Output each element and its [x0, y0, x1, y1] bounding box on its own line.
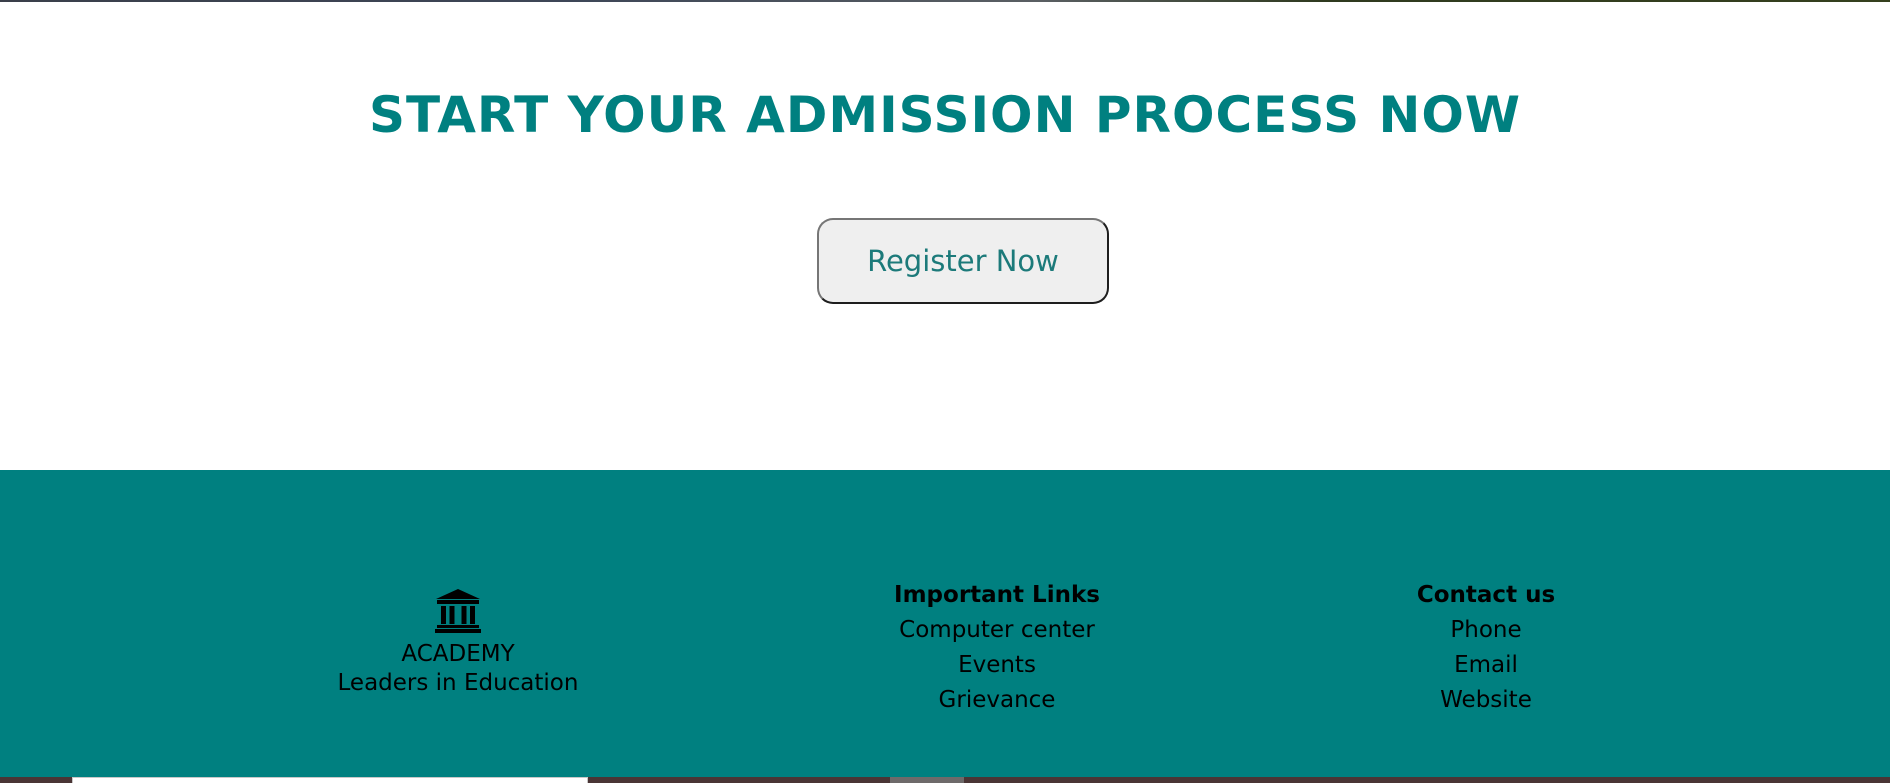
important-links-column: Important Links Computer center Events G… [797, 578, 1197, 718]
site-footer: ACADEMY Leaders in Education Important L… [0, 470, 1890, 777]
footer-brand: ACADEMY Leaders in Education [258, 588, 658, 698]
contact-phone-link[interactable]: Phone [1286, 613, 1686, 648]
register-now-button[interactable]: Register Now [817, 218, 1109, 304]
brand-name: ACADEMY [401, 641, 515, 667]
admission-cta-section: START YOUR ADMISSION PROCESS NOW Registe… [0, 2, 1890, 470]
bottom-edge-block [890, 777, 964, 783]
cta-title: START YOUR ADMISSION PROCESS NOW [368, 86, 1522, 144]
important-links-heading: Important Links [894, 582, 1100, 608]
contact-column: Contact us Phone Email Website [1286, 578, 1686, 718]
bottom-edge-panel [72, 777, 588, 783]
bottom-edge [0, 777, 1890, 783]
contact-website-link[interactable]: Website [1286, 683, 1686, 718]
link-computer-center[interactable]: Computer center [797, 613, 1197, 648]
link-grievance[interactable]: Grievance [797, 683, 1197, 718]
brand-tagline: Leaders in Education [337, 670, 579, 696]
contact-heading: Contact us [1416, 582, 1556, 608]
link-events[interactable]: Events [797, 648, 1197, 683]
bank-icon [435, 589, 481, 633]
contact-email-link[interactable]: Email [1286, 648, 1686, 683]
